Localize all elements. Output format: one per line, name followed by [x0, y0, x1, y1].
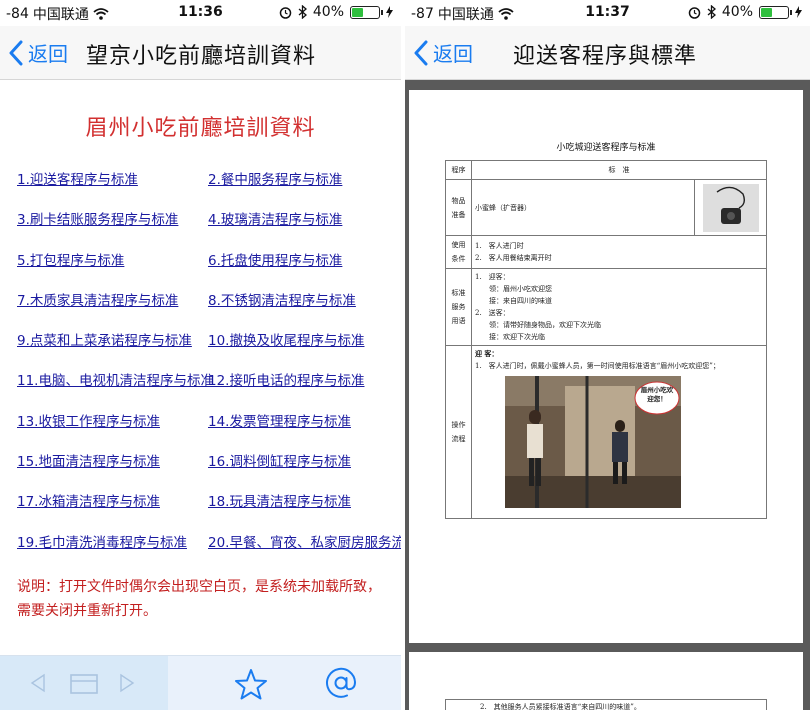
next-button[interactable] — [119, 673, 135, 693]
link-item[interactable]: 1.迎送客程序与标准 — [17, 168, 138, 188]
link-item[interactable]: 13.收银工作程序与标准 — [17, 410, 160, 430]
link-row: 15.地面清洁程序与标准 16.调料倒缸程序与标准 — [0, 450, 401, 490]
back-label: 返回 — [28, 42, 68, 66]
favorite-button[interactable] — [234, 668, 268, 700]
link-item[interactable]: 5.打包程序与标准 — [17, 249, 124, 269]
speech-bubble: 眉州小吃欢迎您！ — [640, 386, 674, 403]
link-row: 1.迎送客程序与标准 2.餐中服务程序与标准 — [0, 168, 401, 208]
process-step: 1. 客人进门时，佩戴小蜜蜂人员，第一时间使用标准语言“眉州小吃欢迎您”； — [475, 362, 720, 370]
row-label-process: 操作流程 — [445, 345, 472, 519]
phrase-line: 1. 迎客： — [475, 273, 510, 281]
link-item[interactable]: 2.餐中服务程序与标准 — [208, 168, 342, 188]
table-header-standard: 标 准 — [471, 160, 767, 180]
battery-percent: 40% — [721, 4, 753, 20]
left-screen: -84 中国联通 11:36 40% 返回 望京小吃前廳培訓資料 眉州小吃前廳培… — [0, 0, 401, 710]
items-text: 小蜜蜂（扩音器） — [471, 179, 695, 236]
loading-note: 说明：打开文件时偶尔会出现空白页，是系统未加载所致，需要关闭并重新打开。 — [17, 579, 381, 619]
link-item[interactable]: 11.电脑、电视机清洁程序与标准 — [17, 369, 214, 389]
back-button[interactable]: 返回 — [413, 38, 473, 67]
page2-line: 2. 其他服务人员紧接标准语言“来自四川的味道”。 — [445, 699, 767, 710]
procedure-table: 程序 标 准 物品准备 小蜜蜂（扩音器） 使用条件 1. 客人进门时 2. 客人… — [445, 160, 767, 519]
document-page: 小吃城迎送客程序与标准 程序 标 准 物品准备 小蜜蜂（扩音器） 使用条件 1.… — [409, 90, 803, 643]
bluetooth-icon — [707, 5, 716, 19]
megaphone-device-icon — [702, 183, 759, 232]
page-title: 迎送客程序與標準 — [513, 44, 698, 69]
store-entrance-photo: 眉州小吃欢迎您！ — [505, 376, 681, 508]
chevron-left-icon — [9, 40, 23, 65]
document-page-title: 小吃城迎送客程序与标准 — [556, 143, 656, 153]
back-label: 返回 — [433, 42, 473, 66]
table-header-step: 程序 — [445, 160, 472, 180]
link-item[interactable]: 3.刷卡结账服务程序与标准 — [17, 208, 178, 228]
triangle-right-icon — [120, 673, 135, 693]
navigation-bar: 返回 迎送客程序與標準 — [405, 26, 810, 80]
battery-percent: 40% — [312, 4, 344, 20]
phrase-line: 领：请带好随身物品，欢迎下次光临 — [489, 321, 601, 329]
process-heading: 迎 客： — [475, 349, 499, 358]
row-label-phrases: 标准服务用语 — [445, 268, 472, 346]
chevron-left-icon — [414, 40, 428, 65]
tabs-icon — [70, 674, 98, 694]
bluetooth-icon — [298, 5, 307, 19]
link-item[interactable]: 6.托盘使用程序与标准 — [208, 249, 342, 269]
link-row: 11.电脑、电视机清洁程序与标准 12.接听电话的程序与标准 — [0, 369, 401, 409]
link-item[interactable]: 12.接听电话的程序与标准 — [208, 369, 364, 389]
phrase-line: 接：来自四川的味道 — [489, 297, 552, 305]
link-row: 13.收银工作程序与标准 14.发票管理程序与标准 — [0, 410, 401, 450]
megaphone-photo — [702, 183, 759, 232]
link-item[interactable]: 18.玩具清洁程序与标准 — [208, 490, 351, 510]
at-icon — [326, 667, 357, 698]
status-bar: -84 中国联通 11:36 40% — [0, 0, 401, 26]
battery-icon — [759, 5, 792, 19]
prev-button[interactable] — [30, 673, 46, 693]
link-item[interactable]: 14.发票管理程序与标准 — [208, 410, 351, 430]
screenshot-root: -84 中国联通 11:36 40% 返回 望京小吃前廳培訓資料 眉州小吃前廳培… — [0, 0, 810, 710]
document-viewer[interactable]: 小吃城迎送客程序与标准 程序 标 准 物品准备 小蜜蜂（扩音器） 使用条件 1.… — [405, 80, 810, 710]
back-button[interactable]: 返回 — [8, 38, 68, 67]
row-label-conditions: 使用条件 — [445, 235, 472, 269]
document-title: 眉州小吃前廳培訓資料 — [85, 116, 316, 141]
right-screen: -87 中国联通 11:37 40% 返回 迎送客程序與標準 小吃城迎送客程序与… — [405, 0, 810, 710]
link-item[interactable]: 7.木质家具清洁程序与标准 — [17, 289, 178, 309]
link-item[interactable]: 16.调料倒缸程序与标准 — [208, 450, 351, 470]
link-item[interactable]: 20.早餐、宵夜、私家厨房服务流程 — [208, 531, 401, 551]
link-item[interactable]: 10.撤换及收尾程序与标准 — [208, 329, 364, 349]
link-row: 7.木质家具清洁程序与标准 8.不锈钢清洁程序与标准 — [0, 289, 401, 329]
share-button[interactable] — [325, 667, 357, 699]
row-label-items: 物品准备 — [445, 179, 472, 236]
link-item[interactable]: 4.玻璃清洁程序与标准 — [208, 208, 342, 228]
charging-icon — [795, 6, 802, 18]
tabs-button[interactable] — [70, 674, 98, 694]
triangle-left-icon — [30, 673, 45, 693]
link-row: 3.刷卡结账服务程序与标准 4.玻璃清洁程序与标准 — [0, 208, 401, 248]
phrase-line: 领：眉州小吃欢迎您 — [489, 285, 552, 293]
link-item[interactable]: 8.不锈钢清洁程序与标准 — [208, 289, 356, 309]
link-row: 19.毛巾清洗消毒程序与标准 20.早餐、宵夜、私家厨房服务流程 — [0, 531, 401, 571]
phrase-line: 2. 送客： — [475, 309, 510, 317]
link-row: 17.冰箱清洁程序与标准 18.玩具清洁程序与标准 — [0, 490, 401, 530]
charging-icon — [386, 6, 393, 18]
phrase-line: 接：欢迎下次光临 — [489, 333, 545, 341]
alarm-icon — [279, 6, 292, 19]
link-row: 5.打包程序与标准 6.托盘使用程序与标准 — [0, 249, 401, 289]
link-item[interactable]: 17.冰箱清洁程序与标准 — [17, 490, 160, 510]
link-item[interactable]: 19.毛巾清洗消毒程序与标准 — [17, 531, 187, 551]
document-page: 2. 其他服务人员紧接标准语言“来自四川的味道”。 — [409, 652, 803, 710]
training-link-list: 1.迎送客程序与标准 2.餐中服务程序与标准 3.刷卡结账服务程序与标准 4.玻… — [0, 168, 401, 571]
link-item[interactable]: 9.点菜和上菜承诺程序与标准 — [17, 329, 192, 349]
page-title: 望京小吃前廳培訓資料 — [86, 44, 317, 69]
star-icon — [235, 669, 267, 700]
alarm-icon — [688, 6, 701, 19]
condition-line: 2. 客人用餐结束离开时 — [475, 254, 552, 262]
link-item[interactable]: 15.地面清洁程序与标准 — [17, 450, 160, 470]
navigation-bar: 返回 望京小吃前廳培訓資料 — [0, 26, 401, 80]
condition-line: 1. 客人进门时 — [475, 242, 524, 250]
status-bar: -87 中国联通 11:37 40% — [405, 0, 810, 26]
link-row: 9.点菜和上菜承诺程序与标准 10.撤换及收尾程序与标准 — [0, 329, 401, 369]
battery-icon — [350, 5, 383, 19]
bottom-toolbar — [0, 655, 401, 710]
